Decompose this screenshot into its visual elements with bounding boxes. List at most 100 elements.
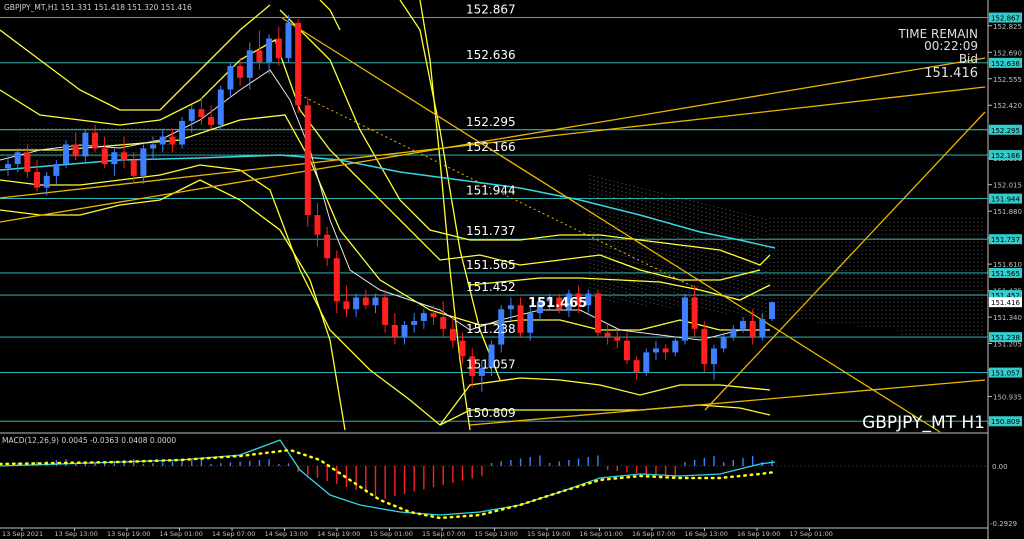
level-labels: 152.867 152.636 152.295 152.166 151.944 151.7… (466, 3, 516, 421)
price-tag-text: 151.944 (991, 196, 1020, 204)
price-tick-label: 151.340 (993, 314, 1022, 322)
candle-body (150, 144, 157, 149)
chart-canvas[interactable]: 152.825152.690152.555152.420152.285152.1… (0, 0, 1024, 539)
candle-body (633, 360, 640, 372)
time-tick-label: 15 Sep 19:00 (527, 530, 570, 538)
price-tick-label: 152.690 (993, 49, 1022, 57)
current-price-label: 151.465 (528, 296, 587, 311)
bid-label: Bid (959, 52, 978, 66)
candle-body (169, 136, 176, 145)
candle-body (217, 89, 224, 125)
candle-body (449, 328, 456, 341)
level-label: 152.636 (466, 48, 516, 62)
time-tick-label: 15 Sep 01:00 (370, 530, 413, 538)
candle-body (111, 152, 118, 165)
candle-body (614, 336, 621, 341)
candle-body (411, 321, 418, 325)
candle-body (304, 105, 311, 216)
price-tick-label: 152.825 (993, 23, 1022, 31)
candle-body (92, 132, 99, 149)
time-tick-label: 16 Sep 19:00 (737, 530, 780, 538)
candle-body (101, 148, 108, 165)
level-label: 151.238 (466, 322, 516, 336)
candle-body (662, 348, 669, 353)
price-tag-text: 152.166 (991, 152, 1020, 160)
level-label: 152.867 (466, 3, 516, 17)
candle-body (701, 328, 708, 365)
candle-body (420, 313, 427, 321)
candle-body (314, 215, 321, 235)
trendline-steep-rise[interactable] (704, 111, 986, 411)
candle-body (362, 297, 369, 306)
candle-body (227, 66, 234, 90)
time-tick-label: 16 Sep 13:00 (685, 530, 728, 538)
time-axis-ticks: 13 Sep 2021 13 Sep 13:00 13 Sep 19:00 14 Se… (2, 528, 833, 538)
indicator-lines (0, 0, 776, 431)
price-tag-text: 152.636 (991, 60, 1020, 68)
candle-body (121, 152, 128, 161)
candle-body (430, 313, 437, 318)
candle-body (82, 132, 89, 157)
candle-body (14, 152, 21, 165)
price-tag-text: 151.565 (991, 270, 1020, 278)
time-tick-label: 15 Sep 07:00 (422, 530, 465, 538)
level-label: 152.166 (466, 140, 516, 154)
candle-body (710, 348, 717, 365)
candle-body (382, 297, 389, 325)
candle-body (208, 117, 215, 125)
candle-body (237, 66, 244, 78)
candle-body (739, 321, 746, 329)
symbol-watermark: GBPJPY_MT H1 (862, 413, 985, 433)
band-upper-outer (0, 4, 271, 111)
price-tag-text: 151.737 (991, 236, 1020, 244)
macd-dotted-line (0, 448, 777, 520)
candle-body (594, 293, 601, 333)
time-tick-label: 14 Sep 07:00 (212, 530, 255, 538)
time-tick-label: 14 Sep 13:00 (265, 530, 308, 538)
time-tick-label: 13 Sep 19:00 (107, 530, 150, 538)
candle-body (681, 297, 688, 341)
candle-body (623, 340, 630, 361)
candle-body (275, 38, 282, 59)
candle-body (720, 336, 727, 349)
chart-header: GBPJPY_MT,H1 151.331 151.418 151.320 151… (4, 3, 192, 12)
macd-tick-min: -0.2929 (990, 520, 1017, 528)
candle-body (507, 305, 514, 310)
price-tag-text: 151.238 (991, 334, 1020, 342)
candle-body (730, 328, 737, 337)
candle-body (63, 144, 70, 165)
candle-body (5, 164, 11, 168)
candle-body (672, 340, 679, 353)
candle-body (34, 171, 41, 188)
band-curve-2 (279, 9, 771, 266)
time-remain-value: 00:22:09 (924, 39, 978, 53)
trendline-falling[interactable] (281, 17, 941, 433)
candle-body (53, 164, 60, 176)
candle-body (652, 348, 659, 353)
candle-body (130, 160, 137, 176)
price-tag-text: 152.867 (991, 15, 1020, 23)
bid-value: 151.416 (924, 66, 978, 81)
level-label: 151.452 (466, 280, 516, 294)
candle-body (140, 148, 147, 176)
candle-body (759, 319, 766, 337)
candle-body (440, 317, 447, 329)
candle-body (749, 321, 756, 337)
time-tick-label: 14 Sep 01:00 (160, 530, 203, 538)
level-label: 152.295 (466, 115, 516, 129)
candle-body (246, 50, 253, 78)
price-tick-label: 152.555 (993, 76, 1022, 84)
band-lower-outer (0, 179, 346, 431)
price-tag-text: 150.809 (991, 418, 1020, 426)
price-tick-label: 151.610 (993, 261, 1022, 269)
candle-body (256, 50, 263, 63)
macd-label: MACD(12,26,9) 0.0045 -0.0363 0.0408 0.00… (2, 436, 176, 445)
candle-body (459, 340, 466, 357)
candle-body (333, 258, 340, 302)
price-tag-text: 151.057 (991, 370, 1020, 378)
chart-window[interactable]: 152.825152.690152.555152.420152.285152.1… (0, 0, 1024, 539)
level-label: 151.565 (466, 258, 516, 272)
candle-body (604, 332, 611, 337)
candle-body (179, 120, 186, 145)
price-tick-label: 151.880 (993, 208, 1022, 216)
